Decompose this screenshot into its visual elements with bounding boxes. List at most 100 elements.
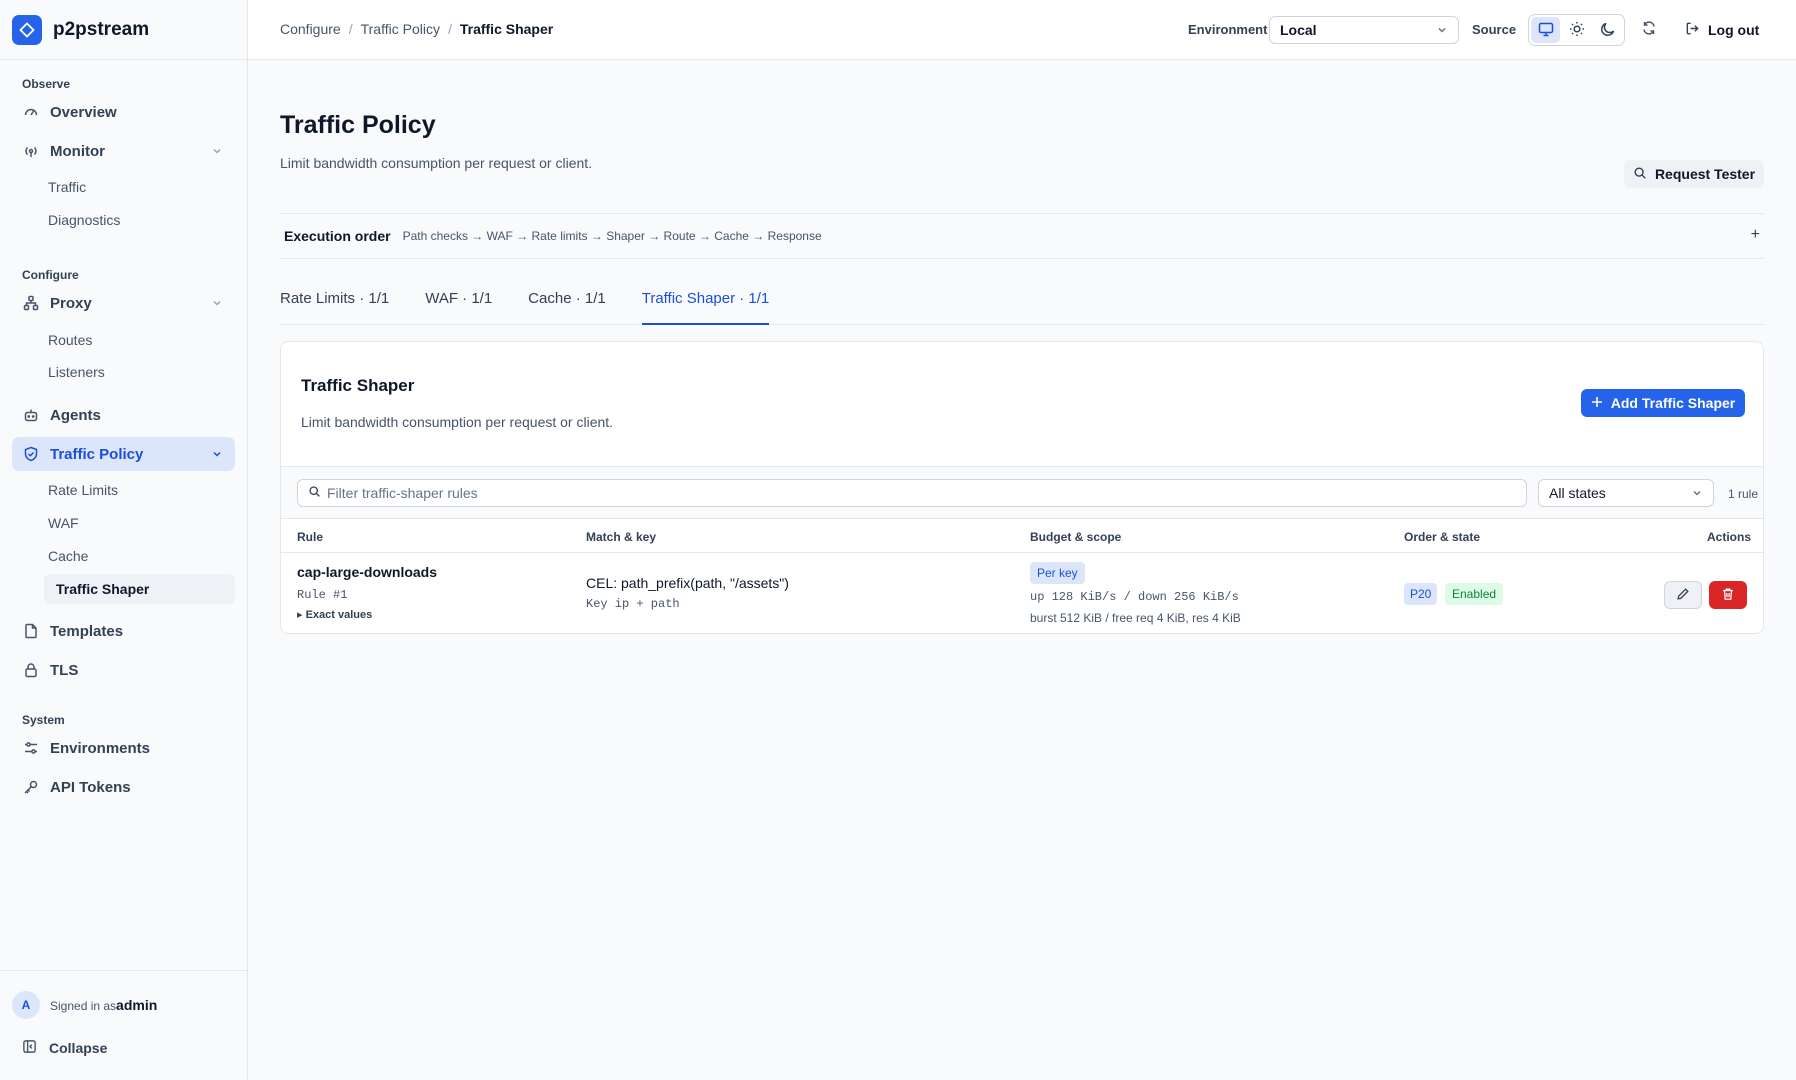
scope-badge: Per key <box>1030 562 1085 584</box>
section-observe: Observe <box>22 77 71 91</box>
theme-dark-button[interactable] <box>1593 17 1622 43</box>
bandwidth-limits: up 128 KiB/s / down 256 KiB/s <box>1030 590 1239 604</box>
main-content: Traffic Policy Limit bandwidth consumpti… <box>248 61 1796 1080</box>
filter-field <box>297 479 1527 507</box>
avatar[interactable]: A <box>12 991 40 1019</box>
request-tester-button[interactable]: Request Tester <box>1624 160 1764 188</box>
tab-rate-limits[interactable]: Rate Limits · 1/1 <box>280 279 389 325</box>
add-traffic-shaper-button[interactable]: Add Traffic Shaper <box>1581 389 1745 417</box>
policy-tabs: Rate Limits · 1/1 WAF · 1/1 Cache · 1/1 … <box>280 279 1764 325</box>
card-subtitle: Limit bandwidth consumption per request … <box>301 414 614 430</box>
moon-icon <box>1600 21 1616 40</box>
top-header: Configure / Traffic Policy / Traffic Sha… <box>248 0 1796 60</box>
filter-bar: All states 1 rule <box>281 466 1763 519</box>
theme-toggle-group <box>1528 14 1625 46</box>
chevron-down-icon <box>211 296 223 313</box>
monitor-icon <box>1538 21 1554 40</box>
page-title: Traffic Policy <box>280 111 436 139</box>
sidebar-item-waf[interactable]: WAF <box>48 515 79 531</box>
sidebar-item-proxy[interactable]: Proxy <box>12 286 235 320</box>
radio-tower-icon <box>22 142 40 160</box>
column-header-match: Match & key <box>586 530 657 544</box>
brand[interactable]: p2pstream <box>0 0 247 60</box>
priority-badge: P20 <box>1404 583 1438 605</box>
sidebar-item-listeners[interactable]: Listeners <box>48 364 105 380</box>
pencil-icon <box>1676 587 1690 604</box>
file-code-icon <box>22 622 40 640</box>
column-header-actions: Actions <box>1707 530 1752 544</box>
rule-key: Key ip + path <box>586 597 680 611</box>
edit-button[interactable] <box>1664 581 1702 609</box>
sidebar-item-diagnostics[interactable]: Diagnostics <box>48 212 120 228</box>
sidebar-item-routes[interactable]: Routes <box>48 332 92 348</box>
state-filter-select[interactable]: All states <box>1538 479 1714 507</box>
execution-order-steps: Path checks → WAF → Rate limits → Shaper… <box>402 229 822 243</box>
sidebar-item-traffic[interactable]: Traffic <box>48 179 86 195</box>
gauge-icon <box>22 103 40 121</box>
breadcrumb-separator: / <box>348 21 353 37</box>
environment-select[interactable]: Local <box>1269 16 1459 44</box>
chevron-down-icon <box>211 144 223 161</box>
breadcrumb-traffic-policy[interactable]: Traffic Policy <box>361 21 440 37</box>
chevron-down-icon <box>211 447 223 464</box>
user-name: admin <box>116 997 158 1013</box>
card-title: Traffic Shaper <box>301 376 415 395</box>
environment-label: Environment <box>1188 22 1268 37</box>
sidebar-item-tls[interactable]: TLS <box>12 653 235 687</box>
column-header-budget: Budget & scope <box>1030 530 1122 544</box>
theme-light-button[interactable] <box>1562 17 1591 43</box>
section-system: System <box>22 713 65 727</box>
rule-name: cap-large-downloads <box>297 564 438 580</box>
refresh-icon <box>1641 21 1657 39</box>
brand-name: p2pstream <box>53 18 150 40</box>
logo-icon <box>12 14 42 45</box>
breadcrumb-configure[interactable]: Configure <box>280 21 341 37</box>
bot-icon <box>22 406 40 424</box>
column-header-rule: Rule <box>297 530 324 544</box>
exact-values-toggle[interactable]: ▸ Exact values <box>297 608 372 621</box>
rule-id: Rule #1 <box>297 588 348 602</box>
lock-icon <box>22 661 40 679</box>
theme-system-button[interactable] <box>1531 17 1560 43</box>
table-header: Rule Match & key Budget & scope Order & … <box>281 519 1763 553</box>
chevron-down-icon <box>1691 486 1703 502</box>
breadcrumb: Configure / Traffic Policy / Traffic Sha… <box>280 21 553 37</box>
rule-count: 1 rule <box>1728 487 1759 501</box>
tab-cache[interactable]: Cache · 1/1 <box>528 279 606 325</box>
execution-order-bar[interactable]: Execution order Path checks → WAF → Rate… <box>280 213 1764 259</box>
table-row: cap-large-downloads Rule #1 ▸ Exact valu… <box>281 553 1763 633</box>
sidebar-item-cache[interactable]: Cache <box>48 548 88 564</box>
breadcrumb-separator: / <box>447 21 452 37</box>
search-icon <box>308 485 321 501</box>
sidebar-item-api-tokens[interactable]: API Tokens <box>12 770 235 804</box>
delete-button[interactable] <box>1709 581 1747 609</box>
sidebar-footer: A Signed in asadmin Collapse <box>0 970 247 1080</box>
sidebar-item-overview[interactable]: Overview <box>12 95 235 129</box>
shield-check-icon <box>22 445 40 463</box>
network-icon <box>22 294 40 312</box>
execution-order-title: Execution order <box>284 228 391 244</box>
sliders-icon <box>22 739 40 757</box>
logout-button[interactable]: Log out <box>1685 21 1759 39</box>
breadcrumb-current: Traffic Shaper <box>459 21 554 37</box>
filter-input[interactable] <box>327 485 1507 501</box>
refresh-button[interactable] <box>1641 20 1657 39</box>
sun-icon <box>1569 21 1585 40</box>
sidebar-item-traffic-policy[interactable]: Traffic Policy <box>12 437 235 471</box>
collapse-button[interactable]: Collapse <box>22 1039 107 1057</box>
plus-icon <box>1591 395 1603 411</box>
sidebar-item-traffic-shaper[interactable]: Traffic Shaper <box>44 574 235 604</box>
status-badge: Enabled <box>1445 583 1504 605</box>
sidebar-item-agents[interactable]: Agents <box>12 398 235 432</box>
tab-traffic-shaper[interactable]: Traffic Shaper · 1/1 <box>641 279 770 325</box>
sidebar-item-rate-limits[interactable]: Rate Limits <box>48 482 118 498</box>
sidebar-collapse-icon <box>22 1039 37 1057</box>
expand-plus-icon[interactable]: + <box>1751 226 1760 244</box>
tab-waf[interactable]: WAF · 1/1 <box>425 279 492 325</box>
sidebar-item-environments[interactable]: Environments <box>12 731 235 765</box>
traffic-shaper-card: Traffic Shaper Limit bandwidth consumpti… <box>280 341 1764 634</box>
sidebar-item-monitor[interactable]: Monitor <box>12 134 235 168</box>
search-icon <box>1633 166 1647 183</box>
rule-match: CEL: path_prefix(path, "/assets") <box>586 575 789 591</box>
sidebar-item-templates[interactable]: Templates <box>12 614 235 648</box>
